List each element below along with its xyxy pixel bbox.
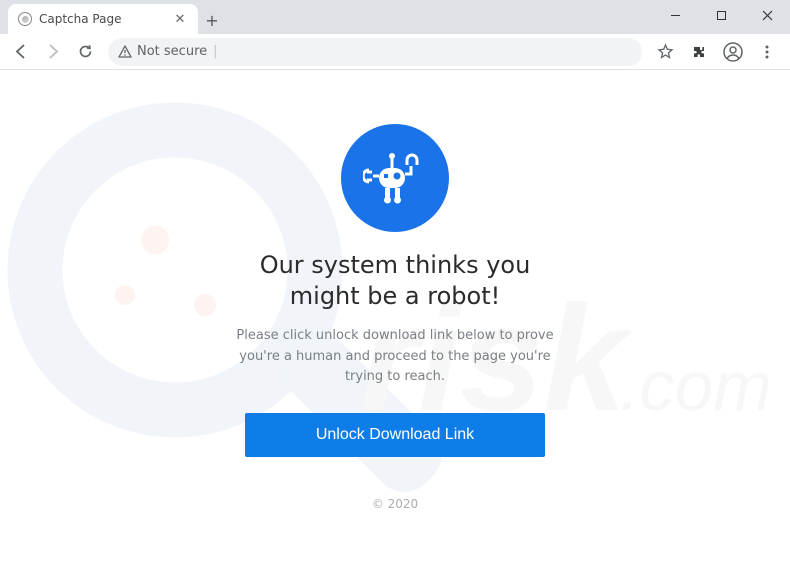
footer-text: © 2020 (372, 497, 418, 511)
menu-button[interactable] (752, 37, 782, 67)
minimize-button[interactable] (652, 0, 698, 30)
robot-icon (363, 146, 427, 210)
toolbar-right (650, 37, 784, 67)
forward-arrow-icon (45, 43, 62, 60)
robot-badge (341, 124, 449, 232)
address-bar[interactable]: Not secure | (108, 38, 642, 66)
profile-button[interactable] (718, 37, 748, 67)
forward-button[interactable] (38, 37, 68, 67)
sub-text: Please click unlock download link below … (230, 326, 560, 386)
browser-tab[interactable]: Captcha Page ✕ (8, 4, 198, 34)
back-arrow-icon (13, 43, 30, 60)
globe-icon (18, 12, 32, 26)
security-indicator[interactable]: Not secure (118, 44, 207, 59)
address-separator: | (213, 44, 217, 59)
bookmark-button[interactable] (650, 37, 680, 67)
warning-icon (118, 45, 132, 59)
unlock-download-button[interactable]: Unlock Download Link (245, 413, 545, 457)
close-tab-icon[interactable]: ✕ (172, 12, 188, 27)
close-icon (762, 10, 773, 21)
back-button[interactable] (6, 37, 36, 67)
puzzle-icon (691, 44, 707, 60)
reload-button[interactable] (70, 37, 100, 67)
security-label: Not secure (137, 44, 207, 59)
new-tab-button[interactable]: + (198, 6, 226, 34)
close-window-button[interactable] (744, 0, 790, 30)
maximize-button[interactable] (698, 0, 744, 30)
maximize-icon (716, 10, 727, 21)
page-viewport: risk .com (0, 70, 790, 561)
extensions-button[interactable] (684, 37, 714, 67)
window-controls (652, 0, 790, 34)
kebab-icon (759, 44, 775, 60)
avatar-icon (723, 42, 743, 62)
captcha-card: Our system thinks you might be a robot! … (0, 70, 790, 511)
tab-title: Captcha Page (39, 12, 165, 26)
browser-titlebar: Captcha Page ✕ + (0, 0, 790, 34)
minimize-icon (670, 10, 681, 21)
headline-text: Our system thinks you might be a robot! (225, 250, 565, 312)
reload-icon (77, 43, 94, 60)
browser-toolbar: Not secure | (0, 34, 790, 70)
star-icon (657, 43, 674, 60)
